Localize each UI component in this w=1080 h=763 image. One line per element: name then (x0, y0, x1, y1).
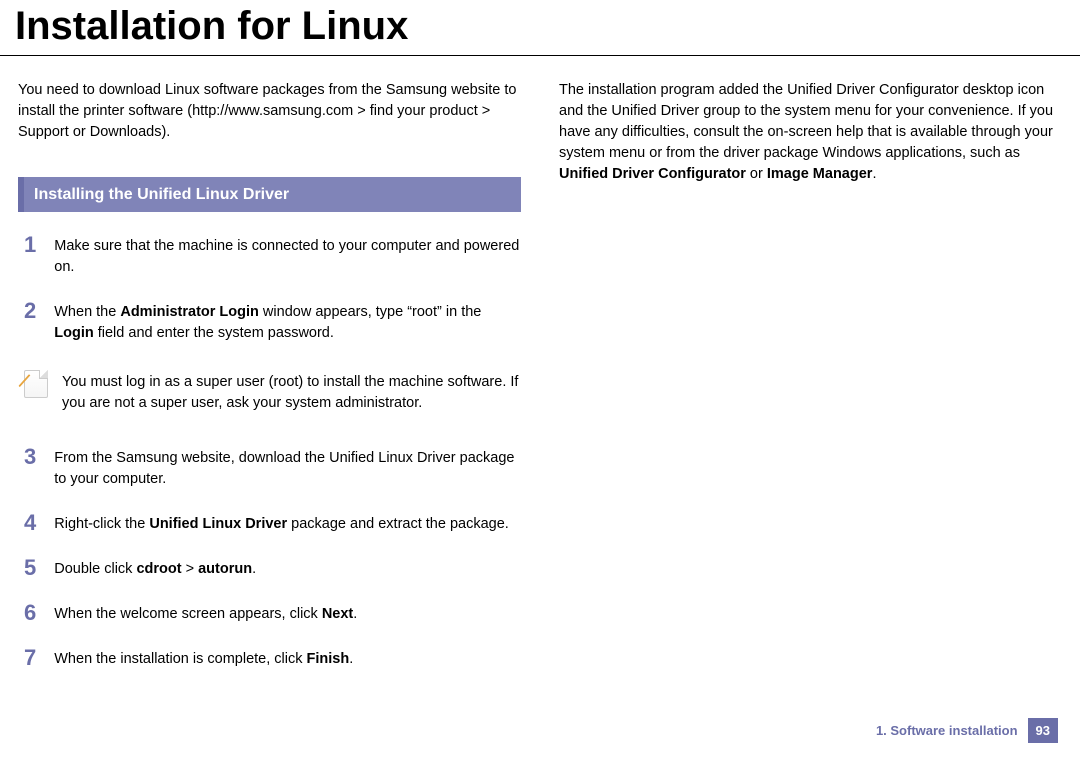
text-fragment: window appears, type “root” in the (259, 304, 481, 320)
text-fragment: . (349, 651, 353, 667)
step-text: From the Samsung website, download the U… (54, 446, 521, 490)
step-text: Right-click the Unified Linux Driver pac… (54, 512, 521, 535)
footer-page-number: 93 (1028, 718, 1058, 743)
text-fragment: package and extract the package. (287, 516, 509, 532)
step-number: 2 (18, 300, 36, 322)
footer-chapter: 1. Software installation (876, 723, 1018, 738)
step-number: 5 (18, 557, 36, 579)
text-fragment: field and enter the system password. (94, 325, 334, 341)
intro-paragraph: You need to download Linux software pack… (18, 80, 521, 143)
text-fragment: . (353, 606, 357, 622)
page-title: Installation for Linux (0, 0, 1080, 56)
note-block: You must log in as a super user (root) t… (18, 370, 521, 414)
text-fragment: Double click (54, 561, 136, 577)
step-text: Make sure that the machine is connected … (54, 234, 521, 278)
page-footer: 1. Software installation 93 (876, 718, 1058, 743)
text-fragment: or (746, 166, 767, 182)
bold-term: Image Manager (767, 166, 873, 182)
text-fragment: Right-click the (54, 516, 149, 532)
step-7: 7 When the installation is complete, cli… (18, 647, 521, 670)
note-text: You must log in as a super user (root) t… (62, 370, 521, 414)
text-fragment: The installation program added the Unifi… (559, 82, 1053, 161)
bold-term: Login (54, 325, 93, 341)
right-column: The installation program added the Unifi… (559, 80, 1062, 692)
step-number: 6 (18, 602, 36, 624)
step-number: 3 (18, 446, 36, 468)
step-4: 4 Right-click the Unified Linux Driver p… (18, 512, 521, 535)
bold-term: cdroot (136, 561, 181, 577)
left-column: You need to download Linux software pack… (18, 80, 521, 692)
right-paragraph: The installation program added the Unifi… (559, 80, 1062, 185)
step-number: 4 (18, 512, 36, 534)
step-number: 7 (18, 647, 36, 669)
bold-term: autorun (198, 561, 252, 577)
content-columns: You need to download Linux software pack… (0, 56, 1080, 692)
bold-term: Administrator Login (120, 304, 259, 320)
text-fragment: When the welcome screen appears, click (54, 606, 322, 622)
step-text: When the welcome screen appears, click N… (54, 602, 521, 625)
note-icon (24, 370, 48, 398)
step-1: 1 Make sure that the machine is connecte… (18, 234, 521, 278)
step-6: 6 When the welcome screen appears, click… (18, 602, 521, 625)
step-number: 1 (18, 234, 36, 256)
text-fragment: . (872, 166, 876, 182)
bold-term: Unified Linux Driver (149, 516, 287, 532)
step-5: 5 Double click cdroot > autorun. (18, 557, 521, 580)
text-fragment: . (252, 561, 256, 577)
bold-term: Next (322, 606, 353, 622)
step-text: When the installation is complete, click… (54, 647, 521, 670)
step-text: Double click cdroot > autorun. (54, 557, 521, 580)
step-2: 2 When the Administrator Login window ap… (18, 300, 521, 344)
text-fragment: When the installation is complete, click (54, 651, 306, 667)
step-3: 3 From the Samsung website, download the… (18, 446, 521, 490)
text-fragment: When the (54, 304, 120, 320)
text-fragment: > (182, 561, 199, 577)
bold-term: Finish (307, 651, 350, 667)
section-heading: Installing the Unified Linux Driver (18, 177, 521, 212)
bold-term: Unified Driver Configurator (559, 166, 746, 182)
step-text: When the Administrator Login window appe… (54, 300, 521, 344)
